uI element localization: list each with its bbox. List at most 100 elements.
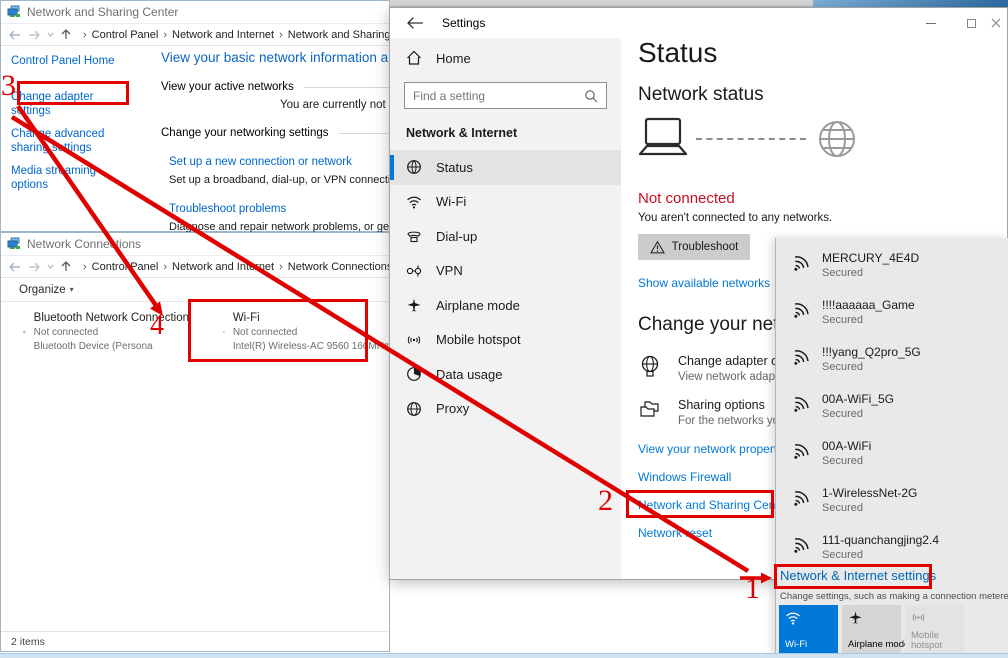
window-title: Settings (442, 16, 485, 30)
wifi-network-00a[interactable]: 00A-WiFi Secured (776, 434, 1008, 481)
network-reset-link[interactable]: Network reset (638, 526, 712, 540)
tile-label: Airplane mode (848, 639, 909, 650)
adapter-wifi[interactable]: Wi-Fi Not connected Intel(R) Wireless-AC… (223, 312, 389, 352)
sidebar-item-home[interactable]: Home (406, 50, 471, 66)
crumb-separator: › (163, 261, 167, 273)
crumb-network-sharing-center[interactable]: Network and Sharing Center (288, 29, 389, 41)
wifi-network-mercury[interactable]: MERCURY_4E4D Secured (776, 246, 1008, 293)
wifi-signal-icon (786, 391, 814, 419)
change-advanced-sharing-link[interactable]: Change advanced sharing settings (11, 127, 129, 155)
wifi-signal-icon (786, 485, 814, 513)
wifi-toggle-tile[interactable]: Wi-Fi (779, 605, 838, 654)
view-network-properties-link[interactable]: View your network properties (638, 442, 793, 456)
crumb-network-internet[interactable]: Network and Internet (172, 261, 274, 273)
sidebar-item-wifi[interactable]: Wi-Fi (390, 185, 621, 220)
troubleshoot-label: Troubleshoot (672, 241, 739, 253)
crumb-control-panel[interactable]: Control Panel (92, 261, 159, 273)
forward-icon[interactable] (28, 262, 40, 272)
sidebar-item-label: Wi-Fi (436, 194, 466, 209)
adapter-status: Not connected (233, 327, 389, 338)
control-panel-home-link[interactable]: Control Panel Home (11, 54, 129, 68)
nsc-titlebar: Network and Sharing Center (1, 1, 389, 23)
organize-button[interactable]: Organize (19, 284, 66, 296)
back-icon[interactable] (9, 30, 21, 40)
section-rule (304, 87, 389, 88)
sidebar-item-dialup[interactable]: Dial-up (390, 219, 621, 254)
sidebar-item-label: Dial-up (436, 229, 477, 244)
wifi-network-aaaaaa-game[interactable]: !!!!aaaaaa_Game Secured (776, 293, 1008, 340)
data-usage-icon (406, 366, 422, 382)
networking-settings-section: Change your networking settings (161, 127, 389, 139)
troubleshoot-button[interactable]: Troubleshoot (638, 234, 750, 260)
airplane-icon (406, 297, 422, 313)
crumb-control-panel[interactable]: Control Panel (92, 29, 159, 41)
back-icon[interactable] (9, 262, 21, 272)
forward-icon[interactable] (28, 30, 40, 40)
sidebar-item-mobile-hotspot[interactable]: Mobile hotspot (390, 323, 621, 358)
change-adapter-settings-link[interactable]: Change adapter settings (11, 90, 129, 118)
troubleshoot-item[interactable]: Troubleshoot problems Diagnose and repai… (161, 199, 389, 233)
nc-status-bar: 2 items (1, 631, 389, 651)
wifi-name: 111-quanchangjing2.4 (822, 533, 939, 547)
maximize-button[interactable] (951, 8, 991, 38)
hotspot-icon (911, 610, 926, 625)
search-input[interactable] (413, 89, 584, 103)
wifi-network-wirelessnet[interactable]: 1-WirelessNet-2G Secured (776, 481, 1008, 528)
nsc-main: View your basic network information and … (151, 46, 389, 233)
troubleshoot-problems-link[interactable]: Troubleshoot problems (169, 203, 286, 215)
window-title: Network and Sharing Center (27, 5, 178, 19)
crumb-separator: › (163, 29, 167, 41)
wifi-signal-icon (786, 344, 814, 372)
close-button[interactable] (991, 8, 1007, 38)
setup-connection-item[interactable]: Set up a new connection or network Set u… (161, 152, 389, 186)
not-connected-desc: You aren't connected to any networks. (638, 212, 832, 224)
network-internet-settings-link[interactable]: Network & Internet settings (780, 568, 936, 583)
breadcrumb[interactable]: › Control Panel › Network and Internet ›… (78, 260, 389, 273)
setup-connection-link[interactable]: Set up a new connection or network (169, 156, 352, 168)
crumb-network-connections[interactable]: Network Connections (288, 261, 389, 273)
wifi-security: Secured (822, 314, 915, 326)
crumb-separator: › (83, 29, 87, 41)
settings-search-box[interactable] (404, 82, 607, 109)
minimize-button[interactable] (911, 8, 951, 38)
window-controls (911, 8, 1007, 38)
network-sharing-center-link[interactable]: Network and Sharing Center (638, 498, 789, 512)
mobile-hotspot-tile[interactable]: Mobile hotspot (905, 605, 964, 654)
network-connections-window: Network Connections › Control Panel › Ne… (0, 232, 390, 652)
network-status-heading: Network status (638, 84, 764, 106)
media-streaming-options-link[interactable]: Media streaming options (11, 164, 129, 192)
windows-firewall-link[interactable]: Windows Firewall (638, 470, 731, 484)
sidebar-item-status[interactable]: Status (390, 150, 621, 185)
show-available-networks-link[interactable]: Show available networks (638, 276, 770, 290)
wifi-network-yang-q2pro[interactable]: !!!yang_Q2pro_5G Secured (776, 340, 1008, 387)
wifi-network-00a-5g[interactable]: 00A-WiFi_5G Secured (776, 387, 1008, 434)
back-icon[interactable] (406, 16, 424, 30)
sidebar-item-label: Status (436, 160, 473, 175)
breadcrumb[interactable]: › Control Panel › Network and Internet ›… (78, 28, 389, 41)
up-icon[interactable] (61, 261, 71, 272)
wifi-icon (406, 194, 422, 210)
network-sharing-center-window: Network and Sharing Center › Control Pan… (0, 0, 390, 232)
crumb-network-internet[interactable]: Network and Internet (172, 29, 274, 41)
sidebar-item-airplane-mode[interactable]: Airplane mode (390, 288, 621, 323)
active-networks-value: You are currently not connect (280, 99, 389, 111)
crumb-separator: › (279, 29, 283, 41)
search-icon[interactable] (584, 89, 598, 103)
items-count: 2 items (11, 636, 45, 648)
sidebar-item-vpn[interactable]: VPN (390, 254, 621, 289)
up-icon[interactable] (61, 29, 71, 40)
recent-locations-chevron-icon[interactable] (47, 264, 54, 269)
wifi-name: 00A-WiFi_5G (822, 392, 894, 406)
wifi-security: Secured (822, 502, 917, 514)
sidebar-item-proxy[interactable]: Proxy (390, 392, 621, 427)
connection-dashed-line (696, 138, 806, 140)
sidebar-item-data-usage[interactable]: Data usage (390, 357, 621, 392)
recent-locations-chevron-icon[interactable] (47, 32, 54, 37)
wifi-icon (785, 610, 801, 626)
status-icon (406, 159, 422, 175)
nsc-page-heading: View your basic network information and … (161, 50, 389, 65)
wifi-security: Secured (822, 267, 919, 279)
airplane-mode-tile[interactable]: Airplane mode (842, 605, 901, 654)
wifi-security: Secured (822, 455, 871, 467)
adapter-bluetooth[interactable]: Bluetooth Network Connection Not connect… (23, 312, 189, 352)
